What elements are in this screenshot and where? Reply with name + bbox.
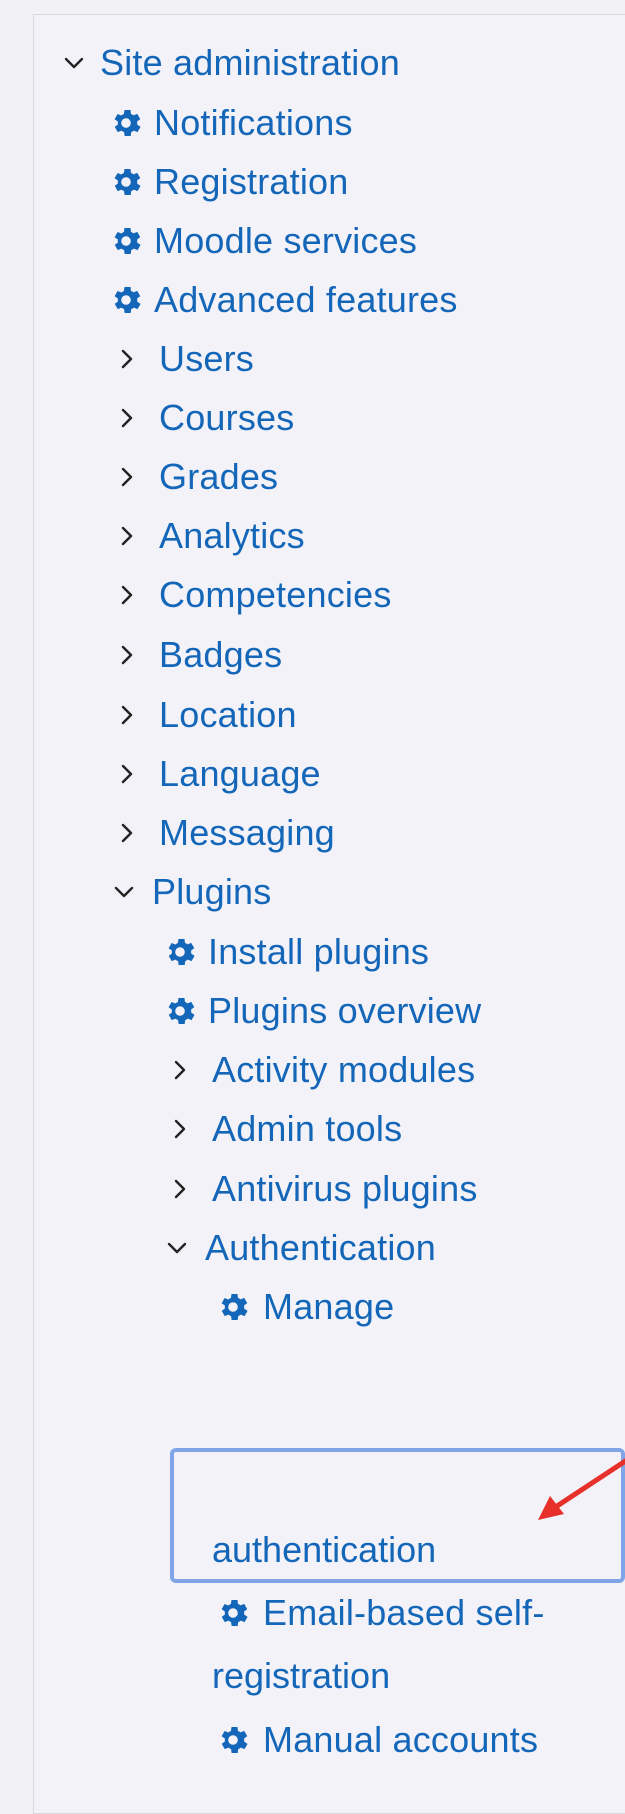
tree-item-email-based-self-registration[interactable]: Email-based self- xyxy=(215,1588,545,1638)
chevron-down-icon[interactable] xyxy=(112,880,136,904)
tree-item-label-line1: Manage xyxy=(263,1286,395,1327)
tree-item-label: Antivirus plugins xyxy=(212,1168,478,1209)
tree-item-label: Site administration xyxy=(100,42,400,83)
tree-item-location[interactable]: Location xyxy=(115,690,297,740)
tree-item-label: Language xyxy=(159,753,321,794)
tree-item-label: Courses xyxy=(159,397,295,438)
tree-item-admin-tools[interactable]: Admin tools xyxy=(168,1104,402,1154)
chevron-right-icon[interactable] xyxy=(168,1058,192,1082)
tree-item-moodle-services[interactable]: Moodle services xyxy=(108,216,417,266)
chevron-down-icon[interactable] xyxy=(62,51,86,75)
tree-item-label: Plugins xyxy=(152,871,272,912)
chevron-right-icon[interactable] xyxy=(115,703,139,727)
tree-item-label: Users xyxy=(159,338,255,379)
chevron-right-icon[interactable] xyxy=(168,1177,192,1201)
tree-item-label: Admin tools xyxy=(212,1108,403,1149)
tree-item-install-plugins[interactable]: Install plugins xyxy=(162,927,429,977)
tree-item-notifications[interactable]: Notifications xyxy=(108,98,353,148)
tree-item-label: Authentication xyxy=(205,1227,436,1268)
tree-item-analytics[interactable]: Analytics xyxy=(115,511,305,561)
tree-item-label-line2[interactable]: registration xyxy=(212,1658,390,1694)
tree-item-antivirus-plugins[interactable]: Antivirus plugins xyxy=(168,1164,478,1214)
chevron-right-icon[interactable] xyxy=(115,347,139,371)
tree-item-badges[interactable]: Badges xyxy=(115,630,282,680)
tree-item-grades[interactable]: Grades xyxy=(115,452,278,502)
tree-item-label: Plugins overview xyxy=(208,990,482,1031)
tree-item-authentication[interactable]: Authentication xyxy=(165,1223,436,1273)
tree-item-activity-modules[interactable]: Activity modules xyxy=(168,1045,475,1095)
tree-item-label-line1: Email-based self- xyxy=(263,1592,545,1633)
tree-item-label-line2[interactable]: authentication xyxy=(212,1532,436,1568)
tree-item-label: Messaging xyxy=(159,812,335,853)
gear-icon xyxy=(215,1289,251,1325)
tree-item-label: Install plugins xyxy=(208,931,430,972)
tree-item-competencies[interactable]: Competencies xyxy=(115,570,392,620)
tree-item-language[interactable]: Language xyxy=(115,749,321,799)
gear-icon xyxy=(108,282,144,318)
chevron-right-icon[interactable] xyxy=(168,1117,192,1141)
gear-icon xyxy=(162,993,198,1029)
tree-item-label: Badges xyxy=(159,634,283,675)
chevron-right-icon[interactable] xyxy=(115,821,139,845)
chevron-right-icon[interactable] xyxy=(115,583,139,607)
tree-item-users[interactable]: Users xyxy=(115,334,254,384)
tree-item-label: Activity modules xyxy=(212,1049,476,1090)
tree-item-label: Moodle services xyxy=(154,220,418,261)
gear-icon xyxy=(108,223,144,259)
tree-item-label: Analytics xyxy=(159,515,305,556)
tree-item-label: Grades xyxy=(159,456,279,497)
gear-icon xyxy=(108,105,144,141)
tree-item-manage-authentication[interactable]: Manage xyxy=(215,1282,394,1332)
gear-icon xyxy=(215,1595,251,1631)
tree-item-label: Notifications xyxy=(154,102,353,143)
tree-item-plugins[interactable]: Plugins xyxy=(112,867,271,917)
chevron-right-icon[interactable] xyxy=(115,643,139,667)
gear-icon xyxy=(162,934,198,970)
tree-item-plugins-overview[interactable]: Plugins overview xyxy=(162,986,481,1036)
tree-item-label: Competencies xyxy=(159,574,392,615)
tree-item-messaging[interactable]: Messaging xyxy=(115,808,335,858)
tree-item-label: Manual accounts xyxy=(263,1719,539,1760)
tree-item-site-administration[interactable]: Site administration xyxy=(62,38,400,88)
chevron-right-icon[interactable] xyxy=(115,524,139,548)
gear-icon xyxy=(108,164,144,200)
chevron-right-icon[interactable] xyxy=(115,406,139,430)
tree-item-label: Location xyxy=(159,694,297,735)
chevron-right-icon[interactable] xyxy=(115,465,139,489)
tree-item-registration[interactable]: Registration xyxy=(108,157,349,207)
tree-item-label: Advanced features xyxy=(154,279,458,320)
gear-icon xyxy=(215,1722,251,1758)
tree-item-label: Registration xyxy=(154,161,349,202)
chevron-right-icon[interactable] xyxy=(115,762,139,786)
chevron-down-icon[interactable] xyxy=(165,1236,189,1260)
tree-item-courses[interactable]: Courses xyxy=(115,393,294,443)
red-arrow-annotation xyxy=(538,1458,625,1520)
tree-item-advanced-features[interactable]: Advanced features xyxy=(108,275,458,325)
tree-item-manual-accounts[interactable]: Manual accounts xyxy=(215,1715,538,1765)
